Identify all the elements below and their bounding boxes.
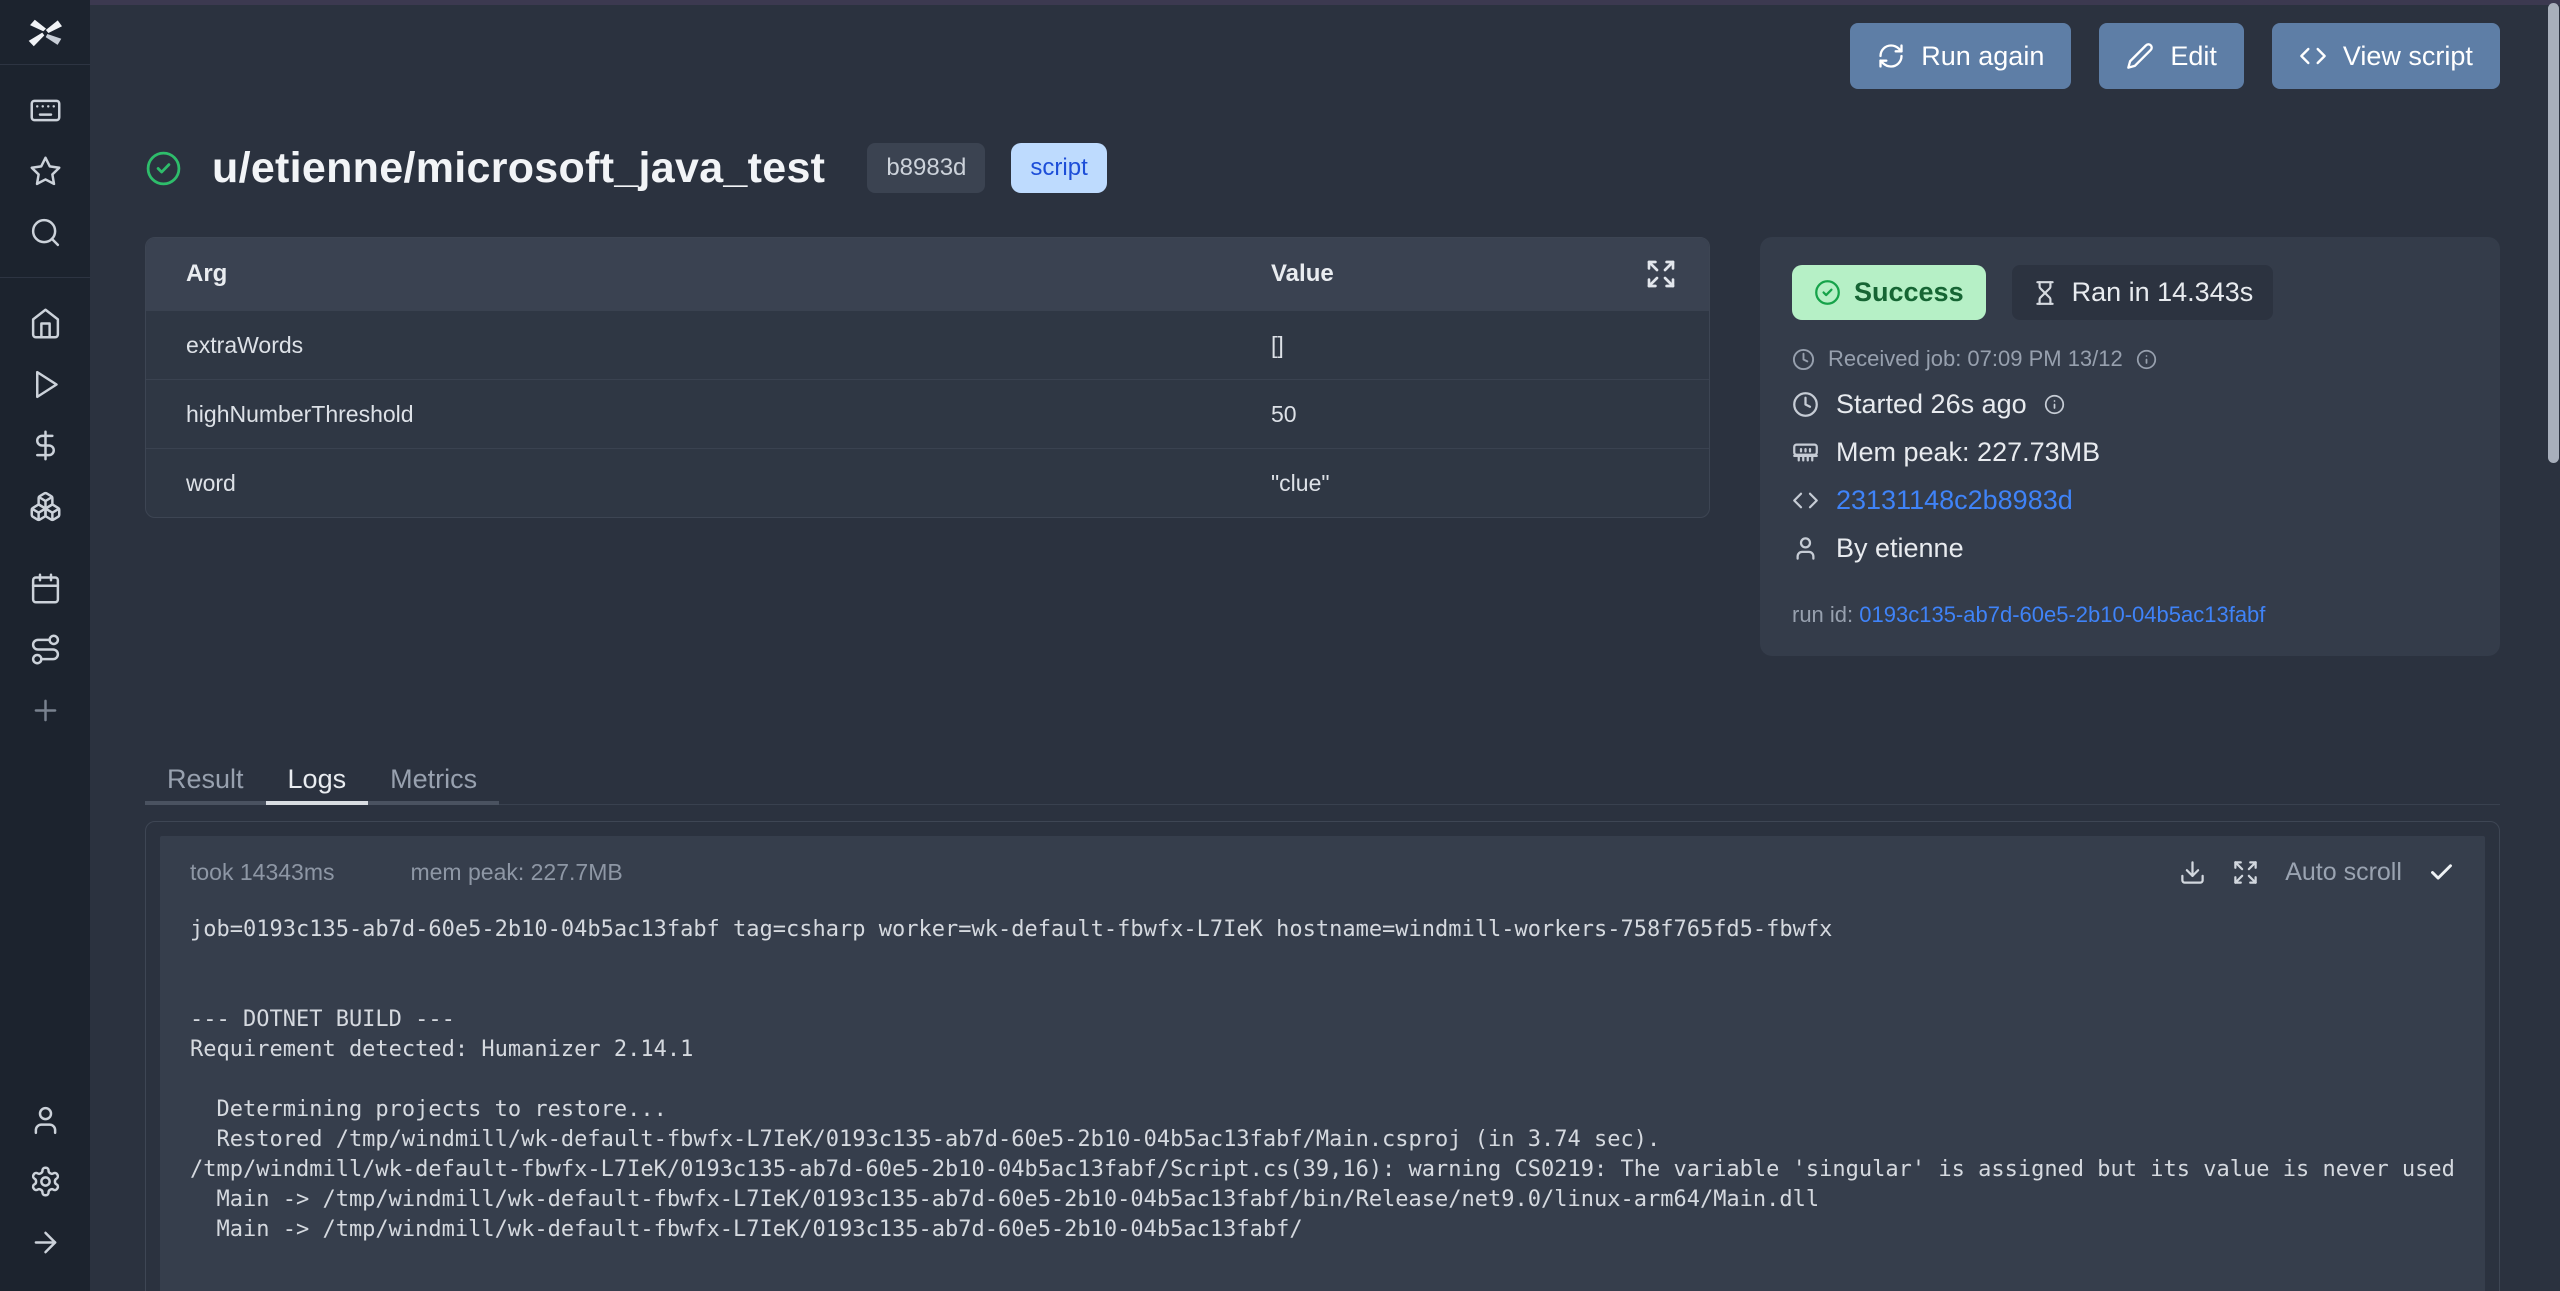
clock-icon (1792, 391, 1819, 418)
logs-section: took 14343ms mem peak: 227.7MB (145, 821, 2500, 1291)
action-toolbar: Run again Edit View script (145, 23, 2500, 89)
value-column-header: Value (1271, 260, 1669, 288)
favorites-star-icon[interactable] (22, 148, 68, 194)
view-script-button[interactable]: View script (2272, 23, 2500, 89)
refresh-icon (1877, 42, 1905, 70)
search-icon[interactable] (22, 209, 68, 255)
app-launcher-icon[interactable] (22, 87, 68, 133)
expand-logs-icon[interactable] (2232, 859, 2259, 886)
log-line: Restored /tmp/windmill/wk-default-fbwfx-… (190, 1125, 2455, 1155)
script-type-badge: script (1011, 143, 1106, 193)
success-check-icon (145, 150, 182, 187)
created-by-row: By etienne (1792, 533, 2468, 564)
page-title: u/etienne/microsoft_java_test (212, 144, 825, 193)
auto-scroll-label: Auto scroll (2285, 858, 2402, 887)
log-line: --- DOTNET BUILD --- (190, 1005, 2455, 1035)
sidebar-divider (0, 277, 90, 278)
log-line (190, 975, 2455, 1005)
log-line (190, 1245, 2455, 1275)
auto-scroll-checkbox[interactable] (2428, 859, 2455, 886)
info-icon[interactable] (2044, 394, 2065, 415)
arg-name: word (186, 470, 1271, 497)
windmill-logo[interactable] (24, 0, 66, 64)
flows-route-icon[interactable] (22, 626, 68, 672)
arg-value: [] (1271, 332, 1669, 359)
table-row: word "clue" (146, 448, 1709, 517)
page-scrollbar (2546, 0, 2560, 1291)
log-line: Determining projects to restore... (190, 1095, 2455, 1125)
run-id-row: run id: 0193c135-ab7d-60e5-2b10-04b5ac13… (1792, 602, 2468, 628)
view-script-label: View script (2343, 41, 2473, 72)
hash-badge: b8983d (867, 143, 985, 193)
main-content: Run again Edit View script u/etie (90, 0, 2560, 1291)
run-info-panel: Success Ran in 14.343s Received job: 07:… (1760, 237, 2500, 656)
script-hash-link[interactable]: 23131148c2b8983d (1836, 485, 2073, 516)
args-table: Arg Value extraWords [] highNumberThresh… (145, 237, 1710, 518)
settings-gear-icon[interactable] (22, 1158, 68, 1204)
arg-value: "clue" (1271, 470, 1669, 497)
log-toolbar: took 14343ms mem peak: 227.7MB (160, 836, 2485, 891)
log-line: job=0193c135-ab7d-60e5-2b10-04b5ac13fabf… (190, 915, 2455, 945)
table-row: extraWords [] (146, 310, 1709, 379)
arg-value: 50 (1271, 401, 1669, 428)
user-icon (1792, 535, 1819, 562)
tab-metrics[interactable]: Metrics (368, 758, 499, 805)
log-output[interactable]: job=0193c135-ab7d-60e5-2b10-04b5ac13fabf… (160, 891, 2485, 1291)
tab-result[interactable]: Result (145, 758, 266, 805)
window-top-edge (0, 0, 2560, 5)
log-line: Main -> /tmp/windmill/wk-default-fbwfx-L… (190, 1215, 2455, 1245)
duration-chip: Ran in 14.343s (2012, 265, 2274, 320)
log-line: Requirement detected: Humanizer 2.14.1 (190, 1035, 2455, 1065)
run-again-label: Run again (1921, 41, 2044, 72)
args-table-header: Arg Value (146, 238, 1709, 310)
log-took: took 14343ms (190, 859, 334, 886)
create-plus-icon[interactable] (22, 687, 68, 733)
schedules-calendar-icon[interactable] (22, 565, 68, 611)
expand-args-icon[interactable] (1645, 258, 1677, 290)
log-line: Main -> /tmp/windmill/wk-default-fbwfx-L… (190, 1185, 2455, 1215)
edit-button[interactable]: Edit (2099, 23, 2244, 89)
log-line (190, 945, 2455, 975)
started-row: Started 26s ago (1792, 389, 2468, 420)
hourglass-icon (2032, 280, 2058, 306)
arg-name: highNumberThreshold (186, 401, 1271, 428)
log-panel: took 14343ms mem peak: 227.7MB (160, 836, 2485, 1291)
log-line (190, 1065, 2455, 1095)
log-line (190, 1275, 2455, 1291)
script-hash-row: 23131148c2b8983d (1792, 485, 2468, 516)
memory-stick-icon (1792, 439, 1819, 466)
download-logs-icon[interactable] (2179, 859, 2206, 886)
check-circle-icon (1814, 279, 1841, 306)
sidebar-divider (0, 64, 90, 65)
table-row: highNumberThreshold 50 (146, 379, 1709, 448)
pencil-icon (2126, 42, 2154, 70)
job-header: u/etienne/microsoft_java_test b8983d scr… (145, 143, 2500, 193)
runs-play-icon[interactable] (22, 361, 68, 407)
arg-name: extraWords (186, 332, 1271, 359)
scrollbar-thumb[interactable] (2548, 3, 2559, 463)
log-line: /tmp/windmill/wk-default-fbwfx-L7IeK/019… (190, 1155, 2455, 1185)
info-icon[interactable] (2136, 349, 2157, 370)
status-badge: Success (1792, 265, 1986, 320)
clock-icon (1792, 348, 1815, 371)
log-mem-peak: mem peak: 227.7MB (410, 859, 622, 886)
result-tabs: Result Logs Metrics (145, 758, 2500, 805)
home-icon[interactable] (22, 300, 68, 346)
tab-logs[interactable]: Logs (266, 758, 369, 805)
code-icon (2299, 42, 2327, 70)
edit-label: Edit (2170, 41, 2217, 72)
resources-boxes-icon[interactable] (22, 483, 68, 529)
sidebar (0, 0, 90, 1291)
run-id-link[interactable]: 0193c135-ab7d-60e5-2b10-04b5ac13fabf (1859, 602, 2265, 627)
args-column-header: Arg (186, 260, 1271, 288)
mem-peak-row: Mem peak: 227.73MB (1792, 437, 2468, 468)
received-row: Received job: 07:09 PM 13/12 (1792, 346, 2468, 372)
variables-dollar-icon[interactable] (22, 422, 68, 468)
user-icon[interactable] (22, 1097, 68, 1143)
collapse-arrow-icon[interactable] (22, 1219, 68, 1265)
run-again-button[interactable]: Run again (1850, 23, 2071, 89)
code-icon (1792, 487, 1819, 514)
